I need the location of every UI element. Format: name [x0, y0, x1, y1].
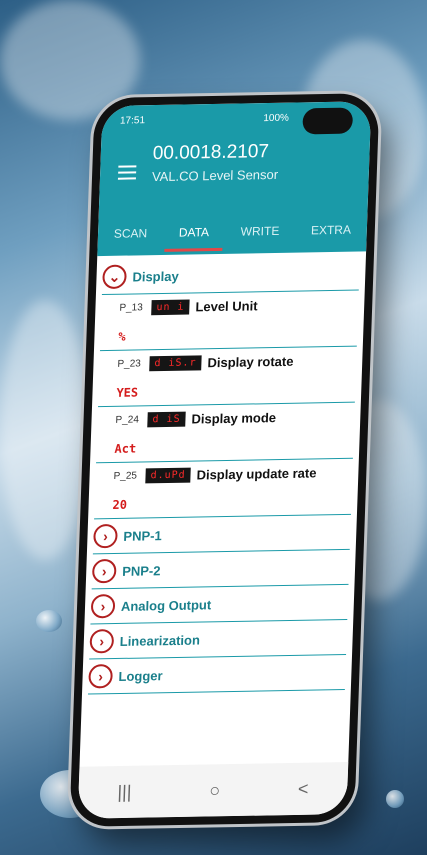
param-code: P_24 — [115, 414, 140, 426]
section-linearization[interactable]: › Linearization — [89, 619, 348, 660]
app-bar: 17:51 100% 00.0018.2107 VAL.CO Level Sen… — [97, 101, 372, 257]
chevron-right-icon: › — [88, 664, 114, 689]
device-id-title: 00.0018.2107 — [152, 141, 270, 165]
param-name: Display update rate — [196, 465, 317, 483]
section-label: Analog Output — [120, 596, 212, 614]
param-code: P_13 — [119, 302, 143, 314]
param-value: 20 — [112, 497, 128, 512]
param-row[interactable]: P_23 d iS.r Display rotate YES — [97, 346, 357, 408]
tab-bar: SCAN DATA WRITE EXTRA — [97, 207, 367, 256]
param-value: YES — [116, 385, 139, 400]
param-value: % — [118, 329, 126, 344]
phone-screen: 17:51 100% 00.0018.2107 VAL.CO Level Sen… — [77, 101, 372, 819]
menu-icon[interactable] — [117, 161, 137, 183]
param-code: P_23 — [117, 358, 142, 370]
segment-display: d iS — [147, 411, 186, 428]
param-name: Display rotate — [207, 353, 294, 371]
section-pnp-2[interactable]: › PNP-2 — [91, 549, 350, 590]
chevron-down-icon: ⌄ — [102, 264, 127, 290]
segment-display: d.uPd — [145, 467, 191, 484]
system-nav-bar: ||| ○ < — [77, 762, 349, 819]
status-battery: 100% — [263, 112, 290, 125]
home-button[interactable]: ○ — [209, 780, 221, 801]
segment-display: d iS.r — [149, 355, 202, 372]
chevron-right-icon: › — [90, 593, 116, 619]
param-row[interactable]: P_24 d iS Display mode Act — [96, 402, 355, 464]
chevron-right-icon: › — [91, 558, 117, 584]
param-name: Level Unit — [195, 298, 258, 315]
status-time: 17:51 — [119, 115, 146, 127]
section-analog-output[interactable]: › Analog Output — [90, 584, 349, 625]
section-label: Display — [132, 268, 179, 285]
param-row[interactable]: P_25 d.uPd Display update rate 20 — [94, 458, 353, 520]
param-row[interactable]: P_13 un i Level Unit % — [99, 290, 359, 352]
device-subtitle: VAL.CO Level Sensor — [151, 166, 279, 185]
tab-scan[interactable]: SCAN — [107, 216, 154, 251]
chevron-right-icon: › — [89, 629, 115, 654]
tab-data[interactable]: DATA — [172, 215, 215, 250]
section-label: Logger — [118, 667, 163, 684]
param-code: P_25 — [113, 470, 138, 482]
back-button[interactable]: < — [298, 778, 309, 799]
camera-notch — [302, 107, 354, 135]
section-logger[interactable]: › Logger — [87, 654, 347, 695]
recent-apps-button[interactable]: ||| — [117, 781, 132, 802]
chevron-right-icon: › — [93, 523, 118, 549]
section-label: Linearization — [119, 632, 201, 649]
segment-display: un i — [151, 299, 190, 316]
section-label: PNP-2 — [121, 562, 161, 579]
param-name: Display mode — [191, 410, 277, 427]
phone-frame: 17:51 100% 00.0018.2107 VAL.CO Level Sen… — [69, 93, 380, 827]
tab-write[interactable]: WRITE — [234, 214, 286, 249]
param-value: Act — [114, 441, 137, 456]
section-display[interactable]: ⌄ Display — [101, 255, 360, 296]
parameter-list: ⌄ Display P_13 un i Level Unit % P_23 d … — [82, 251, 366, 695]
section-pnp-1[interactable]: › PNP-1 — [92, 514, 351, 555]
section-label: PNP-1 — [123, 527, 163, 544]
tab-extra[interactable]: EXTRA — [304, 213, 357, 248]
